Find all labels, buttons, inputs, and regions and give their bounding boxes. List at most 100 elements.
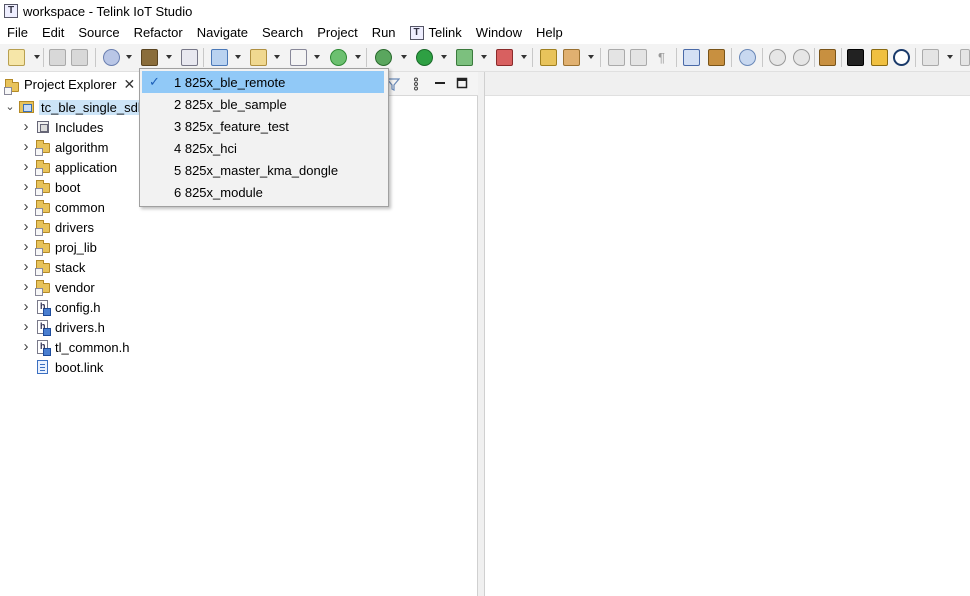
tree-item[interactable]: › drivers bbox=[0, 217, 478, 237]
settings-gear-icon[interactable] bbox=[103, 49, 120, 66]
chevron-right-icon[interactable]: › bbox=[19, 279, 33, 294]
tree-item-label: drivers bbox=[55, 219, 95, 235]
tree-item[interactable]: › vendor bbox=[0, 277, 478, 297]
new-file-dropdown-arrow[interactable] bbox=[314, 55, 320, 59]
search-icon[interactable] bbox=[893, 49, 910, 66]
annotation-dropdown-arrow[interactable] bbox=[947, 55, 953, 59]
chevron-right-icon[interactable]: › bbox=[19, 179, 33, 194]
menu-help[interactable]: Help bbox=[529, 22, 570, 43]
build-config-item[interactable]: 6 825x_module bbox=[140, 181, 388, 203]
menu-source[interactable]: Source bbox=[71, 22, 126, 43]
tree-item[interactable]: › stack bbox=[0, 257, 478, 277]
menu-edit[interactable]: Edit bbox=[35, 22, 71, 43]
new-c-project-icon[interactable] bbox=[211, 49, 228, 66]
chevron-right-icon[interactable]: › bbox=[19, 239, 33, 254]
folder-icon bbox=[35, 199, 51, 216]
debug-dropdown-arrow[interactable] bbox=[401, 55, 407, 59]
chip-icon[interactable] bbox=[847, 49, 864, 66]
search-wand-icon[interactable] bbox=[563, 49, 580, 66]
minimize-icon[interactable] bbox=[434, 77, 446, 89]
run-dropdown-arrow[interactable] bbox=[441, 55, 447, 59]
tree-item[interactable]: › tl_common.h bbox=[0, 337, 478, 357]
menu-run[interactable]: Run bbox=[365, 22, 403, 43]
close-icon[interactable]: ✕ bbox=[123, 76, 135, 93]
build-config-item[interactable]: 4 825x_hci bbox=[140, 137, 388, 159]
menu-navigate[interactable]: Navigate bbox=[190, 22, 255, 43]
save-icon[interactable] bbox=[49, 49, 66, 66]
link-file-icon bbox=[35, 359, 51, 375]
tab-project-explorer-label: Project Explorer bbox=[24, 77, 117, 92]
maximize-icon[interactable] bbox=[456, 77, 468, 89]
toggle-block-icon[interactable] bbox=[630, 49, 647, 66]
search-dropdown-arrow[interactable] bbox=[588, 55, 594, 59]
view-menu-icon[interactable] bbox=[412, 77, 420, 91]
telink-icon: T bbox=[409, 25, 424, 40]
new-class-dropdown-arrow[interactable] bbox=[355, 55, 361, 59]
chevron-right-icon[interactable]: › bbox=[19, 159, 33, 174]
chevron-right-icon[interactable]: › bbox=[19, 139, 33, 154]
save-all-icon[interactable] bbox=[71, 49, 88, 66]
chevron-right-icon[interactable]: › bbox=[19, 339, 33, 354]
tab-project-explorer[interactable]: Project Explorer ✕ bbox=[0, 72, 140, 97]
tree-item[interactable]: boot.link bbox=[0, 357, 478, 377]
build-hammer-icon[interactable] bbox=[141, 49, 158, 66]
folder-icon bbox=[35, 219, 51, 236]
book-icon[interactable] bbox=[871, 49, 888, 66]
new-icon[interactable] bbox=[8, 49, 25, 66]
tree-item[interactable]: › proj_lib bbox=[0, 237, 478, 257]
menu-telink[interactable]: T Telink bbox=[403, 22, 469, 43]
chevron-right-icon[interactable]: › bbox=[19, 199, 33, 214]
modules-icon[interactable] bbox=[819, 49, 836, 66]
menu-project[interactable]: Project bbox=[310, 22, 364, 43]
build-config-item[interactable]: ✓ 1 825x_ble_remote bbox=[142, 71, 384, 93]
new-dropdown-arrow[interactable] bbox=[34, 55, 40, 59]
settings-dropdown-arrow[interactable] bbox=[126, 55, 132, 59]
external-tool-dropdown-arrow[interactable] bbox=[481, 55, 487, 59]
new-project-dropdown-arrow[interactable] bbox=[235, 55, 241, 59]
back-icon[interactable] bbox=[769, 49, 786, 66]
binary-file-icon[interactable] bbox=[181, 49, 198, 66]
folder-icon bbox=[35, 259, 51, 276]
tree-item-label: application bbox=[55, 159, 118, 175]
new-folder-icon[interactable] bbox=[250, 49, 267, 66]
next-annotation-icon[interactable] bbox=[922, 49, 939, 66]
menu-window[interactable]: Window bbox=[469, 22, 529, 43]
folder-icon bbox=[35, 159, 51, 176]
toggle-mark-icon[interactable] bbox=[608, 49, 625, 66]
chevron-right-icon[interactable]: › bbox=[19, 219, 33, 234]
open-folder-icon[interactable] bbox=[540, 49, 557, 66]
tree-item[interactable]: › config.h bbox=[0, 297, 478, 317]
new-class-icon[interactable] bbox=[330, 49, 347, 66]
new-c-file-icon[interactable] bbox=[290, 49, 307, 66]
profile-dropdown-arrow[interactable] bbox=[521, 55, 527, 59]
build-config-item[interactable]: 2 825x_ble_sample bbox=[140, 93, 388, 115]
profile-icon[interactable] bbox=[496, 49, 513, 66]
build-config-item[interactable]: 5 825x_master_kma_dongle bbox=[140, 159, 388, 181]
build-config-item[interactable]: 3 825x_feature_test bbox=[140, 115, 388, 137]
previous-annotation-icon[interactable] bbox=[960, 49, 970, 66]
console-icon[interactable] bbox=[683, 49, 700, 66]
tree-item[interactable]: › drivers.h bbox=[0, 317, 478, 337]
chevron-right-icon[interactable]: › bbox=[19, 319, 33, 334]
forward-icon[interactable] bbox=[793, 49, 810, 66]
debug-bug-icon[interactable] bbox=[375, 49, 392, 66]
chevron-down-icon[interactable]: ⌄ bbox=[3, 100, 17, 114]
checkmark-icon: ✓ bbox=[149, 74, 160, 89]
show-whitespace-icon[interactable]: ¶ bbox=[653, 49, 670, 66]
tree-item-label: boot bbox=[55, 179, 81, 195]
chevron-right-icon[interactable]: › bbox=[19, 299, 33, 314]
run-external-tool-icon[interactable] bbox=[456, 49, 473, 66]
pin-icon[interactable] bbox=[739, 49, 756, 66]
chevron-right-icon[interactable]: › bbox=[19, 259, 33, 274]
run-icon[interactable] bbox=[416, 49, 433, 66]
menu-refactor[interactable]: Refactor bbox=[127, 22, 190, 43]
menu-search[interactable]: Search bbox=[255, 22, 310, 43]
project-root-label: tc_ble_single_sdk bbox=[39, 99, 147, 115]
menu-bar: File Edit Source Refactor Navigate Searc… bbox=[0, 22, 970, 43]
chevron-right-icon[interactable]: › bbox=[19, 119, 33, 134]
build-dropdown-arrow[interactable] bbox=[166, 55, 172, 59]
packages-icon[interactable] bbox=[708, 49, 725, 66]
menu-file[interactable]: File bbox=[0, 22, 35, 43]
new-folder-dropdown-arrow[interactable] bbox=[274, 55, 280, 59]
app-icon: T bbox=[4, 4, 18, 18]
